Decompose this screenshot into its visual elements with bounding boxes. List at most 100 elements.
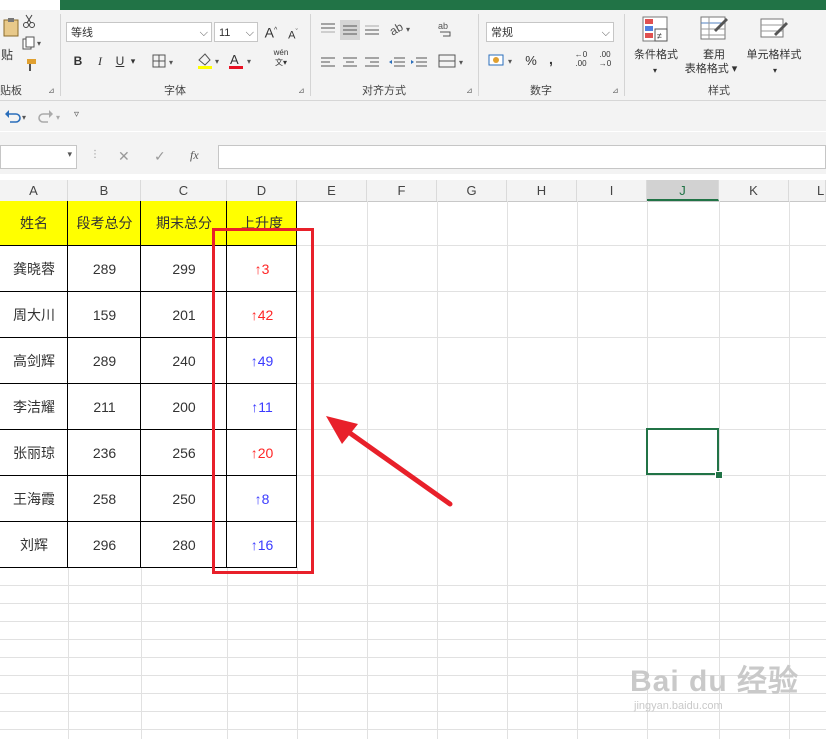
- enter-icon[interactable]: ✓: [154, 148, 166, 165]
- clipboard-launcher-icon[interactable]: ⊿: [48, 86, 55, 95]
- redo-icon[interactable]: ▾: [38, 109, 64, 128]
- underline-button[interactable]: U: [114, 52, 126, 70]
- column-header-f[interactable]: F: [367, 180, 437, 201]
- column-header-c[interactable]: C: [141, 180, 227, 201]
- gridline: [227, 567, 228, 739]
- font-color-icon[interactable]: A ▾: [228, 52, 256, 75]
- name-cell[interactable]: 李洁耀: [0, 385, 68, 429]
- borders-icon[interactable]: ▾: [152, 54, 178, 73]
- svg-text:▾: ▾: [169, 58, 173, 67]
- name-cell[interactable]: 张丽琼: [0, 431, 68, 475]
- alignment-launcher-icon[interactable]: ⊿: [466, 86, 473, 95]
- shrink-font-button[interactable]: Aˇ: [286, 24, 300, 45]
- name-cell[interactable]: 刘辉: [0, 523, 68, 567]
- comma-button[interactable]: ,: [546, 50, 556, 68]
- phonetic-guide-button[interactable]: wén 文▾: [270, 48, 292, 68]
- cut-icon[interactable]: [22, 14, 36, 33]
- fill-color-icon[interactable]: ▾: [196, 52, 224, 75]
- midterm-cell[interactable]: 159: [68, 293, 141, 337]
- decrease-decimal-button[interactable]: .00 →0: [594, 50, 616, 68]
- align-right-icon[interactable]: [364, 56, 380, 74]
- svg-text:▾: ▾: [37, 39, 41, 48]
- cancel-icon[interactable]: ✕: [118, 148, 130, 165]
- increase-decimal-button[interactable]: ←0.00: [570, 50, 592, 68]
- svg-text:ab: ab: [388, 20, 406, 36]
- svg-text:▾: ▾: [406, 25, 410, 34]
- bold-button[interactable]: B: [72, 52, 84, 70]
- selected-cell[interactable]: [646, 428, 719, 475]
- name-box[interactable]: ▾: [0, 145, 77, 169]
- column-header-l[interactable]: L: [789, 180, 826, 201]
- copy-icon[interactable]: ▾: [22, 36, 44, 55]
- svg-text:▾: ▾: [459, 58, 463, 67]
- midterm-cell[interactable]: 258: [68, 477, 141, 521]
- name-cell[interactable]: 周大川: [0, 293, 68, 337]
- insert-function-button[interactable]: fx: [190, 148, 199, 163]
- chevron-down-icon: ⌵: [199, 27, 208, 39]
- column-header-k[interactable]: K: [719, 180, 789, 201]
- svg-text:≠: ≠: [657, 31, 662, 41]
- increase-indent-icon[interactable]: [410, 56, 428, 74]
- table-header-midterm[interactable]: 段考总分: [68, 201, 141, 245]
- active-tab[interactable]: [0, 0, 60, 10]
- column-header-e[interactable]: E: [297, 180, 367, 201]
- paste-icon[interactable]: [2, 16, 22, 38]
- percent-button[interactable]: %: [524, 52, 538, 70]
- paste-button[interactable]: 贴: [0, 46, 14, 64]
- gridline: [297, 567, 298, 739]
- align-center-icon[interactable]: [342, 56, 358, 74]
- divider: [478, 14, 479, 96]
- align-left-icon[interactable]: [320, 56, 336, 74]
- top-align-icon[interactable]: [320, 22, 336, 41]
- fill-handle[interactable]: [715, 471, 723, 479]
- column-header-j[interactable]: J: [647, 180, 719, 201]
- formula-input[interactable]: [218, 145, 826, 169]
- table-border: [140, 201, 141, 567]
- bottom-align-icon[interactable]: [364, 22, 380, 41]
- undo-icon[interactable]: ▾: [4, 109, 30, 128]
- name-cell[interactable]: 高剑辉: [0, 339, 68, 383]
- svg-text:ab: ab: [438, 21, 448, 31]
- orientation-icon[interactable]: ab ▾: [387, 19, 414, 41]
- column-header-a[interactable]: A: [0, 180, 68, 201]
- chevron-down-icon: ⌵: [601, 27, 610, 39]
- font-size-combo[interactable]: 11 ⌵: [214, 22, 258, 42]
- midterm-cell[interactable]: 289: [68, 339, 141, 383]
- name-cell[interactable]: 王海霞: [0, 477, 68, 521]
- table-header-name[interactable]: 姓名: [0, 201, 68, 245]
- svg-text:▾: ▾: [22, 113, 26, 122]
- midterm-cell[interactable]: 211: [68, 385, 141, 429]
- watermark-logo: Bai du 经验: [630, 665, 800, 698]
- midterm-cell[interactable]: 289: [68, 247, 141, 291]
- merge-center-icon[interactable]: ▾: [438, 54, 468, 73]
- divider: [60, 14, 61, 96]
- column-header-i[interactable]: I: [577, 180, 647, 201]
- number-launcher-icon[interactable]: ⊿: [612, 86, 619, 95]
- number-format-combo[interactable]: 常规 ⌵: [486, 22, 614, 42]
- svg-text:▾: ▾: [247, 57, 251, 66]
- midterm-cell[interactable]: 296: [68, 523, 141, 567]
- currency-icon[interactable]: ▾: [488, 52, 518, 73]
- font-name-combo[interactable]: 等线 ⌵: [66, 22, 212, 42]
- font-launcher-icon[interactable]: ⊿: [298, 86, 305, 95]
- grow-font-button[interactable]: A^: [264, 22, 278, 42]
- midterm-cell[interactable]: 236: [68, 431, 141, 475]
- column-header-b[interactable]: B: [68, 180, 141, 201]
- chevron-down-icon: ▾: [67, 149, 72, 159]
- chevron-down-icon[interactable]: ▾: [128, 52, 138, 70]
- italic-button[interactable]: I: [94, 52, 106, 70]
- format-as-table-icon[interactable]: [700, 16, 728, 49]
- middle-align-icon[interactable]: [340, 20, 360, 40]
- column-header-h[interactable]: H: [507, 180, 577, 201]
- decrease-indent-icon[interactable]: [388, 56, 406, 74]
- cell-styles-icon[interactable]: [758, 16, 788, 49]
- wrap-text-icon[interactable]: ab: [438, 20, 454, 43]
- name-cell[interactable]: 龚晓蓉: [0, 247, 68, 291]
- format-painter-icon[interactable]: [22, 58, 38, 77]
- column-header-g[interactable]: G: [437, 180, 507, 201]
- format-as-table-button[interactable]: 表格格式 ▾: [682, 60, 740, 78]
- column-header-d[interactable]: D: [227, 180, 297, 201]
- gridline: [68, 567, 69, 739]
- customize-qat-icon[interactable]: ▿: [74, 109, 79, 120]
- divider: [624, 14, 625, 96]
